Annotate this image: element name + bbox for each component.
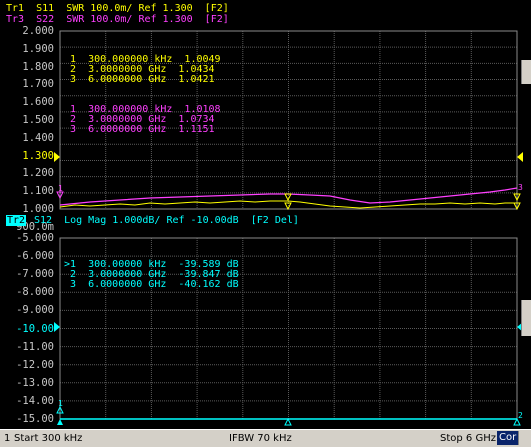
marker-number: 3: [64, 74, 89, 85]
marker-number: 3: [64, 279, 89, 290]
y-axis-label: -11.00: [16, 340, 54, 353]
svg-text:3: 3: [518, 183, 523, 192]
tr2-tag[interactable]: Tr2: [6, 215, 27, 226]
y-axis-label: -13.00: [16, 376, 54, 389]
y-axis-label: -12.00: [16, 358, 54, 371]
tr3-trace: [59, 187, 518, 206]
top-marker-table: 1 300.000000 kHz 1.0049 2 3.0000000 GHz …: [64, 35, 221, 145]
correction-indicator[interactable]: Cor: [497, 431, 519, 445]
svg-text:1: 1: [58, 184, 63, 193]
y-axis-label: -15.00: [16, 413, 54, 425]
marker-value: -40.162 dB: [178, 279, 239, 290]
stop-frequency[interactable]: Stop 6 GHz: [440, 432, 496, 445]
status-divider: [518, 431, 529, 445]
y-axis-label: -10.00: [16, 322, 54, 335]
marker-frequency: 6.0000000 GHz: [88, 279, 179, 290]
y-axis-label: -14.00: [16, 394, 54, 407]
channel-indicator[interactable]: 1: [4, 432, 10, 445]
y-axis-label: -6.000: [16, 250, 54, 263]
marker-value: 1.1151: [178, 124, 215, 135]
marker-value: 1.0421: [178, 74, 215, 85]
marker-row: 3 6.0000000 GHz 1.0421: [64, 75, 221, 85]
marker-frequency: 6.0000000 GHz: [88, 74, 179, 85]
ref-marker-left[interactable]: [54, 152, 60, 162]
tr2-header[interactable]: S12 Log Mag 1.000dB/ Ref -10.00dB [F2 De…: [34, 216, 299, 226]
bottom-marker-table: >1 300.00000 kHz -39.589 dB 2 3.0000000 …: [64, 240, 239, 300]
y-axis-label: -7.000: [16, 268, 54, 281]
status-bar: 1 Start 300 kHz IFBW 70 kHz Stop 6 GHz C…: [0, 429, 531, 447]
ifbw[interactable]: IFBW 70 kHz: [229, 432, 292, 445]
marker-row: 3 6.0000000 GHz -40.162 dB: [64, 280, 239, 290]
marker-row: 3 6.0000000 GHz 1.1151: [64, 125, 221, 135]
start-frequency[interactable]: Start 300 kHz: [14, 432, 82, 445]
marker-frequency: 6.0000000 GHz: [88, 124, 179, 135]
y-axis-label: -9.000: [16, 304, 54, 317]
y-axis-label: -8.000: [16, 286, 54, 299]
right-scroll-stub-bottom[interactable]: [521, 300, 531, 336]
y-axis-label: -5.000: [16, 232, 54, 244]
marker-number: 3: [64, 124, 89, 135]
right-scroll-stub-top[interactable]: [521, 60, 531, 84]
ref-marker-right[interactable]: [517, 152, 523, 162]
